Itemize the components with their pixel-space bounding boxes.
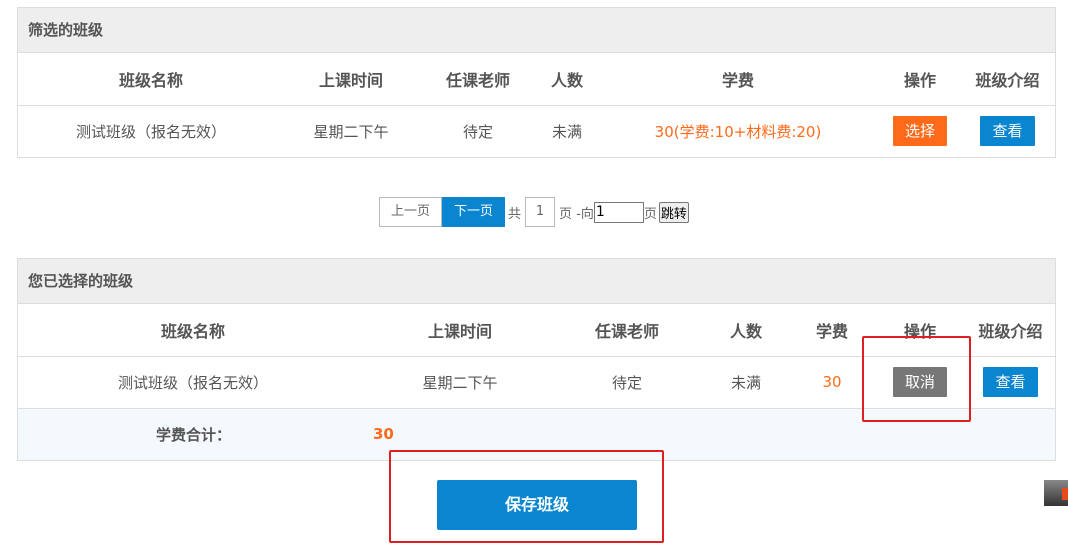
col-fee: 学费 [596, 53, 880, 106]
col-time: 上课时间 [368, 304, 552, 357]
col-intro: 班级介绍 [966, 304, 1055, 357]
page-suffix: 页 -向 [559, 206, 594, 222]
goto-page-input[interactable] [593, 201, 644, 223]
class-count: 未满 [551, 122, 582, 141]
class-teacher: 待定 [462, 122, 493, 141]
class-name: 测试班级（报名无效） [75, 122, 226, 141]
view-button[interactable]: 查看 [983, 367, 1038, 397]
col-count: 人数 [538, 53, 596, 106]
highlight-box-save [389, 450, 664, 543]
filtered-classes-panel: 筛选的班级 班级名称 上课时间 任课老师 人数 学费 操作 班级介绍 测试班级（… [17, 7, 1056, 158]
class-count: 未满 [730, 373, 761, 392]
class-fee: 30(学费:10+材料费:20) [654, 122, 822, 141]
col-count: 人数 [702, 304, 790, 357]
panel-title: 您已选择的班级 [18, 259, 1055, 304]
total-label: 学费合计： [18, 407, 368, 460]
col-intro: 班级介绍 [960, 53, 1055, 106]
class-time: 星期二下午 [422, 373, 498, 392]
page-unit: 页 [643, 206, 657, 222]
col-teacher: 任课老师 [552, 304, 702, 357]
goto-button[interactable]: 跳转 [658, 201, 689, 223]
col-class-name: 班级名称 [18, 304, 368, 357]
class-teacher: 待定 [611, 373, 642, 392]
floating-widget-icon[interactable] [1044, 480, 1068, 506]
col-class-name: 班级名称 [18, 53, 284, 106]
col-teacher: 任课老师 [418, 53, 538, 106]
class-name: 测试班级（报名无效） [117, 373, 268, 392]
panel-title: 筛选的班级 [18, 8, 1055, 53]
col-action: 操作 [880, 53, 960, 106]
table-header-row: 班级名称 上课时间 任课老师 人数 学费 操作 班级介绍 [18, 53, 1055, 106]
prev-page-button[interactable]: 上一页 [379, 197, 443, 227]
class-time: 星期二下午 [313, 122, 389, 141]
pagination: 上一页 下一页 共 1 页 -向 页 跳转 [379, 197, 689, 227]
filtered-classes-table: 班级名称 上课时间 任课老师 人数 学费 操作 班级介绍 测试班级（报名无效） … [18, 53, 1055, 157]
total-prefix: 共 [508, 206, 522, 222]
table-row: 测试班级（报名无效） 星期二下午 待定 未满 30(学费:10+材料费:20) … [18, 105, 1055, 157]
highlight-box-cancel [862, 336, 971, 422]
view-button[interactable]: 查看 [980, 116, 1035, 147]
col-time: 上课时间 [284, 53, 418, 106]
select-button[interactable]: 选择 [892, 116, 947, 147]
total-pages: 1 [525, 197, 556, 227]
next-page-button[interactable]: 下一页 [442, 197, 506, 227]
